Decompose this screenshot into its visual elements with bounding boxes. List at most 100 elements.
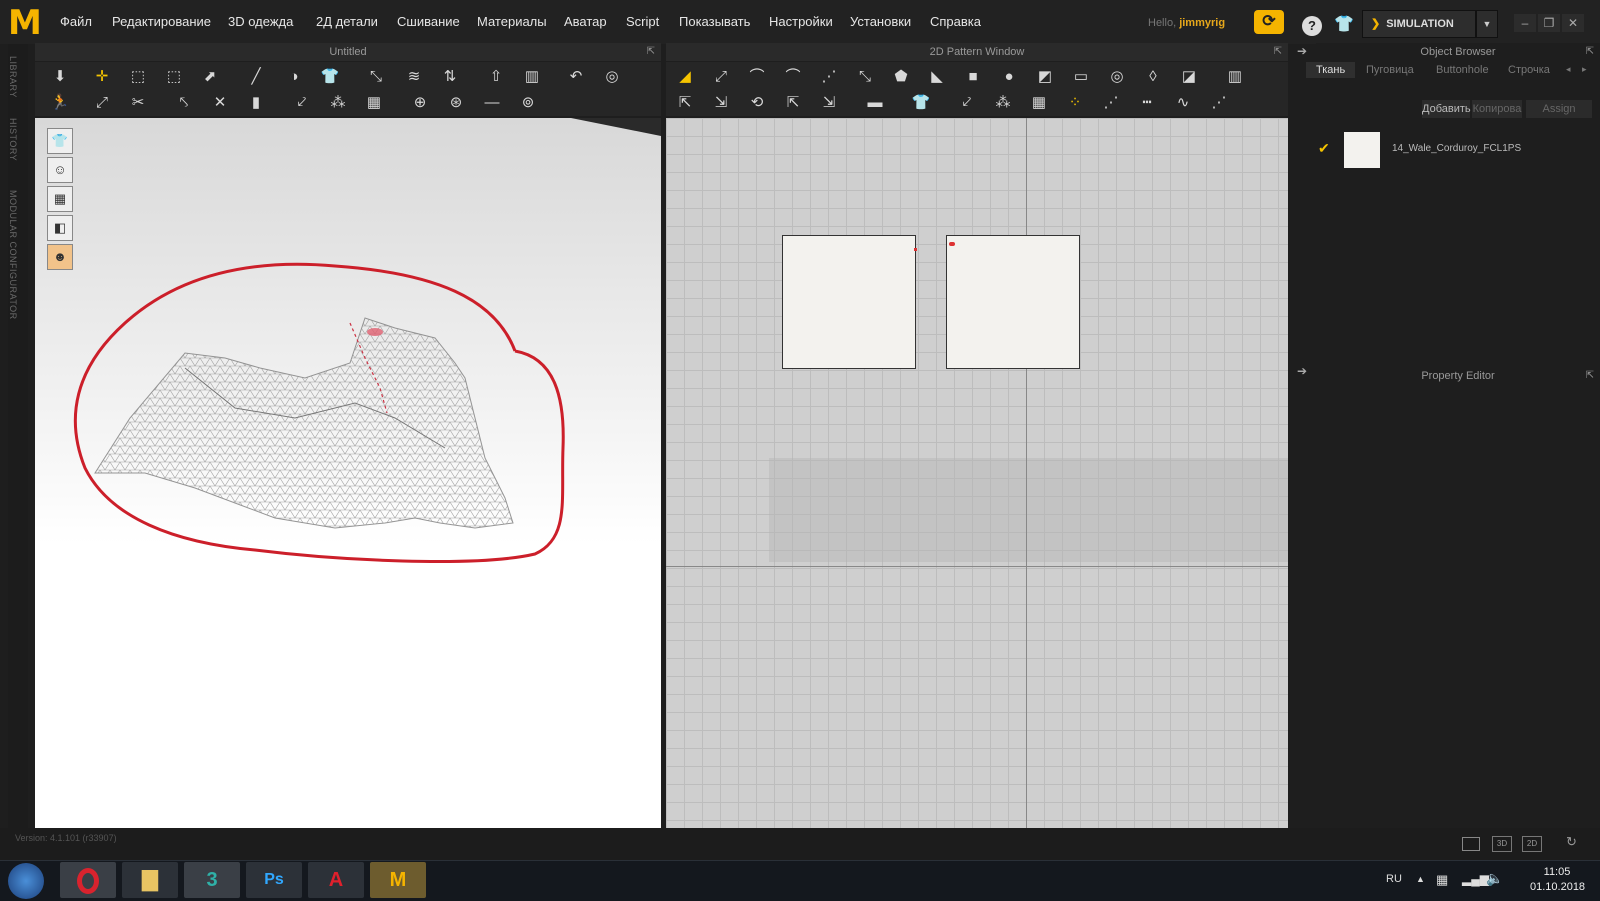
box-select-icon[interactable]: ⬚ [161, 64, 187, 90]
fabric-2d-icon[interactable]: ⤦ [954, 90, 980, 116]
edit-avatar-icon[interactable]: ⤢ [89, 90, 115, 116]
side-tab-history[interactable]: HISTORY [8, 118, 18, 161]
sewing-3d-icon[interactable]: ⤦ [289, 90, 315, 116]
circle-outline-icon[interactable]: ◎ [1104, 64, 1130, 90]
shoe-icon[interactable]: ▮ [243, 90, 269, 116]
free-sewing-icon[interactable]: ⇲ [708, 90, 734, 116]
viewport-3d[interactable]: 👕 ☺ ▦ ◧ ☻ [35, 118, 661, 828]
tray-expand-icon[interactable]: ▲ [1416, 874, 1425, 884]
split-view-icon[interactable] [1462, 837, 1480, 851]
popout-icon[interactable]: ⇱ [1586, 43, 1594, 61]
view-3d-button[interactable]: 3D [1492, 836, 1512, 852]
clock[interactable]: 11:05 01.10.2018 [1530, 866, 1585, 893]
menu-sewing[interactable]: Сшивание [397, 14, 460, 29]
restore-icon[interactable]: ❐ [1538, 14, 1560, 32]
expand-arrow-icon[interactable]: ➔ [1297, 364, 1307, 378]
minimize-icon[interactable]: – [1514, 14, 1536, 32]
dart-icon[interactable]: ◊ [1140, 64, 1166, 90]
select-mesh-icon[interactable]: ⬚ [125, 64, 151, 90]
skin-offset-icon[interactable]: ✕ [207, 90, 233, 116]
popout-icon[interactable]: ⇱ [1586, 367, 1594, 385]
add-fabric-button[interactable]: Добавить [1422, 100, 1471, 118]
add-garment-icon[interactable]: 👕 [1334, 14, 1354, 34]
taskbar-autocad-icon[interactable]: A [308, 862, 364, 898]
rectangle-icon[interactable]: ■ [960, 64, 986, 90]
menu-preferences[interactable]: Установки [850, 14, 911, 29]
edit-texture-icon[interactable]: ▬ [862, 90, 888, 116]
tape-icon[interactable]: ↶ [563, 64, 589, 90]
zipper-puller-icon[interactable]: ⊚ [515, 90, 541, 116]
add-point-icon[interactable]: ⋰ [816, 64, 842, 90]
menu-script[interactable]: Script [626, 14, 659, 29]
menu-edit[interactable]: Редактирование [112, 14, 211, 29]
brush-icon[interactable]: ≋ [401, 64, 427, 90]
transform-pattern-icon[interactable]: ◢ [672, 64, 698, 90]
polygon-icon[interactable]: ⬟ [888, 64, 914, 90]
topstitch-icon[interactable]: ⋰ [1098, 90, 1124, 116]
copy-fabric-button[interactable]: Копирова [1472, 100, 1522, 118]
fabric-group-icon[interactable]: ⁂ [325, 90, 351, 116]
pin-icon[interactable]: ╱ [243, 64, 269, 90]
taskbar-marvelous-icon[interactable]: M [370, 862, 426, 898]
tab-scroll-left-icon[interactable]: ◂ [1566, 64, 1571, 75]
taskbar-3dsmax-icon[interactable]: 3 [184, 862, 240, 898]
elastic-icon[interactable]: ◎ [599, 64, 625, 90]
taskbar-explorer-icon[interactable]: ▇ [122, 862, 178, 898]
popout-icon[interactable]: ⇱ [647, 43, 655, 61]
tab-fabric[interactable]: Ткань [1306, 62, 1356, 78]
check-sewing-icon[interactable]: ⇲ [816, 90, 842, 116]
taskbar-photoshop-icon[interactable]: Ps [246, 862, 302, 898]
rect-outline-icon[interactable]: ▭ [1068, 64, 1094, 90]
language-indicator[interactable]: RU [1386, 873, 1402, 885]
simulation-button[interactable]: ❯ SIMULATION [1362, 10, 1476, 38]
network-icon[interactable]: ▂▄▆ [1462, 872, 1489, 886]
close-icon[interactable]: ✕ [1562, 14, 1584, 32]
fabric-list-item[interactable]: ✔ 14_Wale_Corduroy_FCL1PS [1308, 128, 1600, 172]
measure-icon[interactable]: ⤡ [363, 64, 389, 90]
offset-icon[interactable]: ⤡ [852, 64, 878, 90]
pucker-icon[interactable]: ⋰ [1206, 90, 1232, 116]
segment-topstitch-icon[interactable]: ┅ [1134, 90, 1160, 116]
internal-polygon-icon[interactable]: ◣ [924, 64, 950, 90]
expand-arrow-icon[interactable]: ➔ [1297, 44, 1307, 58]
avatar-measure-icon[interactable]: ✂ [125, 90, 151, 116]
fold-pattern-icon[interactable]: ▥ [1222, 64, 1248, 90]
pattern-piece-right[interactable] [946, 235, 1080, 369]
sync-icon[interactable]: ⟳ [1254, 10, 1284, 34]
pleat-icon[interactable]: ◪ [1176, 64, 1202, 90]
menu-file[interactable]: Файл [60, 14, 92, 29]
select-move-icon[interactable]: ✛ [89, 64, 115, 90]
menu-3d-garment[interactable]: 3D одежда [228, 14, 293, 29]
button-icon[interactable]: ⊕ [407, 90, 433, 116]
side-tab-library[interactable]: LIBRARY [8, 56, 18, 98]
garment-icon[interactable]: 👕 [317, 64, 343, 90]
fold-icon[interactable]: ◑ [281, 64, 307, 90]
button-2d-icon[interactable]: ⁘ [1062, 90, 1088, 116]
grain-icon[interactable]: ⁂ [990, 90, 1016, 116]
tab-buttonhole[interactable]: Buttonhole [1436, 64, 1489, 76]
menu-display[interactable]: Показывать [679, 14, 750, 29]
segment-sewing-icon[interactable]: ⇱ [672, 90, 698, 116]
menu-help[interactable]: Справка [930, 14, 981, 29]
tab-button[interactable]: Пуговица [1366, 64, 1414, 76]
buttonhole-icon[interactable]: ⊛ [443, 90, 469, 116]
windows-start-icon[interactable] [8, 863, 44, 899]
checker-icon[interactable]: ▦ [361, 90, 387, 116]
edit-curvature-icon[interactable]: ⌒ [744, 64, 770, 90]
menu-settings[interactable]: Настройки [769, 14, 833, 29]
strap-icon[interactable]: ▥ [519, 64, 545, 90]
tack-icon[interactable]: ⇧ [483, 64, 509, 90]
edit-point-icon[interactable]: ⤢ [708, 64, 734, 90]
assign-fabric-button[interactable]: Assign [1526, 100, 1592, 118]
edit-sewing-icon[interactable]: ⇱ [780, 90, 806, 116]
volume-icon[interactable]: 🔈 [1486, 870, 1503, 887]
pattern-piece-left[interactable] [782, 235, 916, 369]
avatar-pose-icon[interactable]: 🏃 [47, 90, 73, 116]
pattern-window-2d[interactable] [666, 118, 1288, 828]
simulation-dropdown[interactable]: ▼ [1476, 10, 1498, 38]
zipper-icon[interactable]: — [479, 90, 505, 116]
menu-materials[interactable]: Материалы [477, 14, 547, 29]
menu-avatar[interactable]: Аватар [564, 14, 607, 29]
internal-rect-icon[interactable]: ◩ [1032, 64, 1058, 90]
popout-icon[interactable]: ⇱ [1274, 43, 1282, 61]
